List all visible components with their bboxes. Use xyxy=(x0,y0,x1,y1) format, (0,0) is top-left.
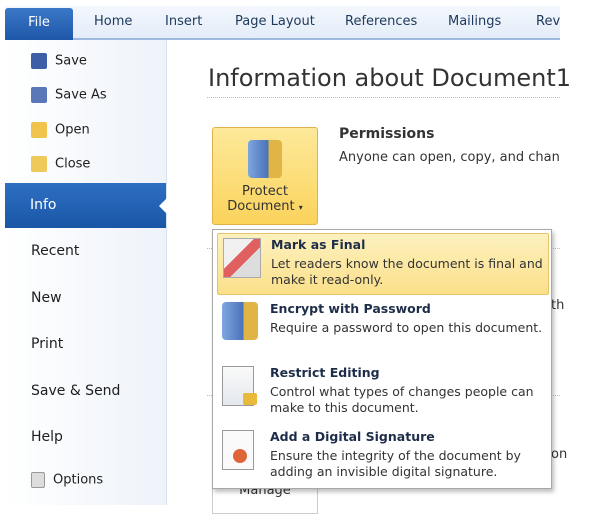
sidebar-item-info[interactable]: Info xyxy=(5,183,167,228)
sidebar-item-recent[interactable]: Recent xyxy=(31,243,192,259)
label: Protect xyxy=(242,184,288,199)
label: Save xyxy=(55,53,87,69)
options-icon xyxy=(31,472,45,488)
tab-insert[interactable]: Insert xyxy=(165,14,202,29)
menu-item-encrypt-with-password[interactable]: Encrypt with Password Require a password… xyxy=(217,298,547,358)
partial-text: on xyxy=(551,447,568,462)
tab-mailings[interactable]: Mailings xyxy=(448,14,501,29)
document-lock-icon xyxy=(222,366,257,406)
label: Info xyxy=(30,197,57,213)
dropdown-arrow-icon: ▾ xyxy=(298,203,303,212)
label: Open xyxy=(55,122,90,138)
description: Control what types of changes people can… xyxy=(270,384,534,415)
label: Document xyxy=(227,199,295,214)
title: Encrypt with Password xyxy=(270,301,431,316)
menu-item-add-digital-signature[interactable]: Add a Digital Signature Ensure the integ… xyxy=(217,426,547,486)
lock-key-icon xyxy=(248,140,282,178)
title: Mark as Final xyxy=(271,237,366,252)
close-folder-icon xyxy=(31,156,47,172)
description: Let readers know the document is final a… xyxy=(271,256,543,287)
title: Add a Digital Signature xyxy=(270,429,435,444)
mark-final-icon xyxy=(223,238,261,278)
selected-pointer xyxy=(151,198,167,214)
divider xyxy=(207,97,560,98)
title: Restrict Editing xyxy=(270,365,380,380)
tab-file[interactable]: File xyxy=(5,8,73,40)
sidebar-item-save-as[interactable]: Save As xyxy=(31,87,192,103)
menu-item-restrict-editing[interactable]: Restrict Editing Control what types of c… xyxy=(217,362,547,422)
save-as-icon xyxy=(31,87,47,103)
protect-document-button[interactable]: Protect Document ▾ xyxy=(212,127,318,225)
sidebar-item-options[interactable]: Options xyxy=(31,472,192,488)
sidebar-item-save[interactable]: Save xyxy=(31,53,192,69)
description: Ensure the integrity of the document by … xyxy=(270,448,521,479)
label: Close xyxy=(55,156,91,172)
permissions-title: Permissions xyxy=(339,126,435,142)
label: Save As xyxy=(55,87,107,103)
sidebar-item-help[interactable]: Help xyxy=(31,429,192,445)
open-folder-icon xyxy=(31,122,47,138)
tab-review[interactable]: Rev xyxy=(536,14,560,29)
lock-key-icon xyxy=(222,302,258,340)
tab-references[interactable]: References xyxy=(345,14,417,29)
ribbon-tabs: File Home Insert Page Layout References … xyxy=(5,6,560,40)
menu-item-mark-as-final[interactable]: Mark as Final Let readers know the docum… xyxy=(217,233,549,295)
tab-page-layout[interactable]: Page Layout xyxy=(235,14,315,29)
page-title: Information about Document1 xyxy=(208,64,572,92)
sidebar-item-new[interactable]: New xyxy=(31,290,192,306)
label: Options xyxy=(53,472,104,488)
sidebar-item-save-send[interactable]: Save & Send xyxy=(31,383,192,399)
ribbon-seal-icon xyxy=(222,430,254,470)
backstage-sidebar: Save Save As Open Close Info Recent New … xyxy=(5,40,167,505)
protect-document-menu: Mark as Final Let readers know the docum… xyxy=(212,229,552,489)
tab-home[interactable]: Home xyxy=(94,14,132,29)
sidebar-item-close[interactable]: Close xyxy=(31,156,192,172)
sidebar-item-print[interactable]: Print xyxy=(31,336,192,352)
save-icon xyxy=(31,53,47,69)
description: Require a password to open this document… xyxy=(270,320,543,335)
permissions-text: Anyone can open, copy, and chan xyxy=(339,150,560,165)
partial-text: th xyxy=(551,298,565,313)
sidebar-item-open[interactable]: Open xyxy=(31,122,192,138)
